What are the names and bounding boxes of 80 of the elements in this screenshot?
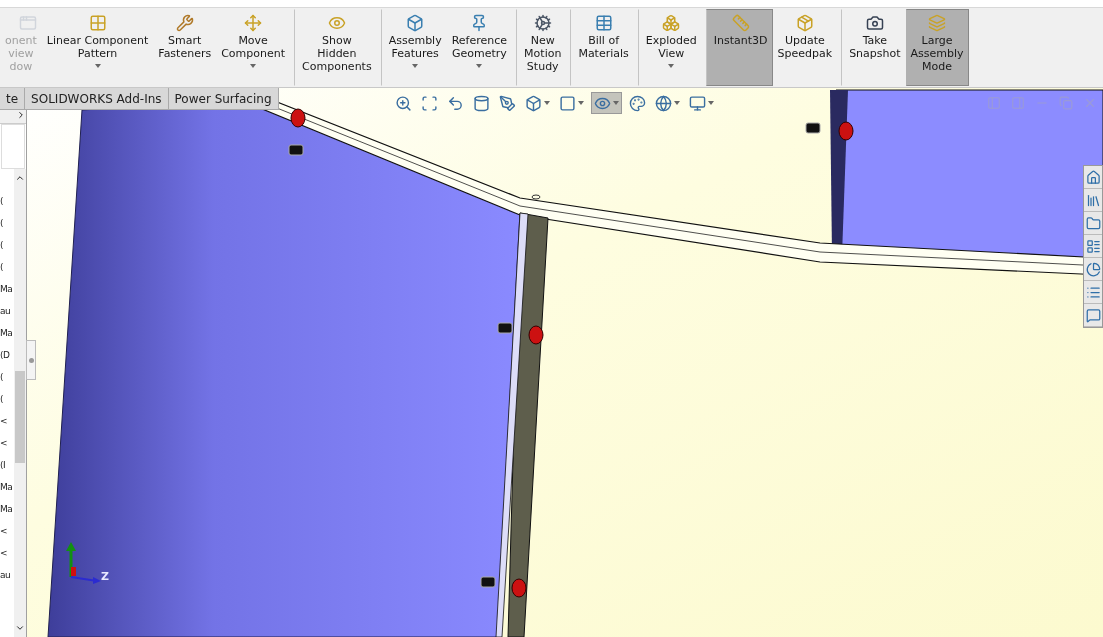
ribbon-button[interactable]: Show Hidden Components: [294, 9, 377, 86]
tree-item-text[interactable]: (: [0, 212, 3, 234]
caret-icon: [668, 64, 675, 68]
layers-icon: [928, 14, 947, 32]
cube-icon: [525, 94, 542, 112]
tree-item-text[interactable]: <: [0, 520, 8, 542]
axis-label: Z: [101, 571, 109, 582]
camera-icon: [865, 14, 884, 32]
move-arrows-icon: [244, 14, 263, 32]
ribbon-button[interactable]: Large Assembly Mode: [905, 9, 969, 86]
tree-item-text[interactable]: Ma: [0, 278, 13, 300]
pie-chart-icon: [1085, 261, 1101, 277]
caret-icon: [94, 64, 101, 68]
ruler-icon: [731, 14, 750, 32]
cylinder-icon: [473, 94, 490, 112]
ribbon-button[interactable]: Instant3D: [705, 9, 773, 86]
caret-icon: [544, 101, 550, 105]
tree-item-text[interactable]: (I: [0, 454, 6, 476]
caret-icon: [250, 64, 257, 68]
home-icon: [1085, 169, 1101, 185]
ribbon-button[interactable]: Bill of Materials: [570, 9, 634, 86]
caret-icon: [674, 101, 680, 105]
tree-item-text[interactable]: au: [0, 564, 11, 586]
ribbon-button[interactable]: Smart Fasteners: [153, 9, 217, 86]
ribbon-button[interactable]: Take Snapshot: [841, 9, 906, 86]
table-icon: [594, 14, 613, 32]
zoom-area-icon: [421, 94, 438, 112]
boxes-icon: [662, 14, 681, 32]
scroll-down-icon[interactable]: [15, 623, 25, 633]
view-toolbar-button[interactable]: [591, 92, 622, 114]
grid-icon: [88, 14, 107, 32]
caret-icon: [476, 64, 483, 68]
chat-icon: [1085, 307, 1101, 323]
caret-icon: [412, 64, 419, 68]
library-icon: [1085, 192, 1101, 208]
scroll-up-icon[interactable]: [15, 173, 25, 183]
window-icon: [18, 14, 37, 32]
ribbon-button[interactable]: Reference Geometry: [446, 9, 513, 86]
palette-icon: [629, 94, 646, 112]
caret-icon: [613, 101, 619, 105]
filter-field[interactable]: [1, 124, 25, 169]
ribbon-button[interactable]: Linear Component Pattern: [41, 9, 154, 86]
ribbon-button[interactable]: Assembly Features: [380, 9, 447, 86]
ribbon-button[interactable]: New Motion Study: [516, 9, 567, 86]
tree-item-text[interactable]: <: [0, 542, 8, 564]
ribbon-button[interactable]: Move Component: [216, 9, 291, 86]
package-icon: [795, 14, 814, 32]
eye-icon: [327, 14, 346, 32]
tree-item-text[interactable]: Ma: [0, 322, 13, 344]
gears-icon: [533, 14, 552, 32]
chevron-right-icon[interactable]: [16, 110, 26, 120]
zoom-icon: [395, 94, 412, 112]
square-icon: [559, 94, 576, 112]
globe-icon: [655, 94, 672, 112]
tree-item-text[interactable]: au: [0, 300, 11, 322]
undo-arrow-icon: [447, 94, 464, 112]
folder-icon: [1085, 215, 1101, 231]
tree-item-text[interactable]: <: [0, 432, 8, 454]
cube-icon: [406, 14, 425, 32]
tree-item-text[interactable]: (: [0, 190, 3, 212]
tree-item-text[interactable]: (: [0, 366, 3, 388]
list-icon: [1085, 284, 1101, 300]
scroll-thumb[interactable]: [15, 371, 25, 463]
pen-icon: [499, 94, 516, 112]
panel-collapse-handle[interactable]: [26, 340, 36, 380]
scrollbar[interactable]: [14, 169, 26, 637]
tree-item-text[interactable]: (: [0, 256, 3, 278]
wrench-icon: [175, 14, 194, 32]
monitor-icon: [689, 94, 706, 112]
tree-item-text[interactable]: (D: [0, 344, 10, 366]
tree-item-text[interactable]: Ma: [0, 476, 13, 498]
tree-item-text[interactable]: (: [0, 388, 3, 410]
tree-item-text[interactable]: Ma: [0, 498, 13, 520]
ribbon-button[interactable]: Exploded View: [637, 9, 702, 86]
tree-item-text[interactable]: (: [0, 234, 3, 256]
layout-list-icon: [1085, 238, 1101, 254]
tree-item-text[interactable]: <: [0, 410, 8, 432]
ribbon-button[interactable]: Update Speedpak: [772, 9, 838, 86]
caret-icon: [578, 101, 584, 105]
caret-icon: [708, 101, 714, 105]
